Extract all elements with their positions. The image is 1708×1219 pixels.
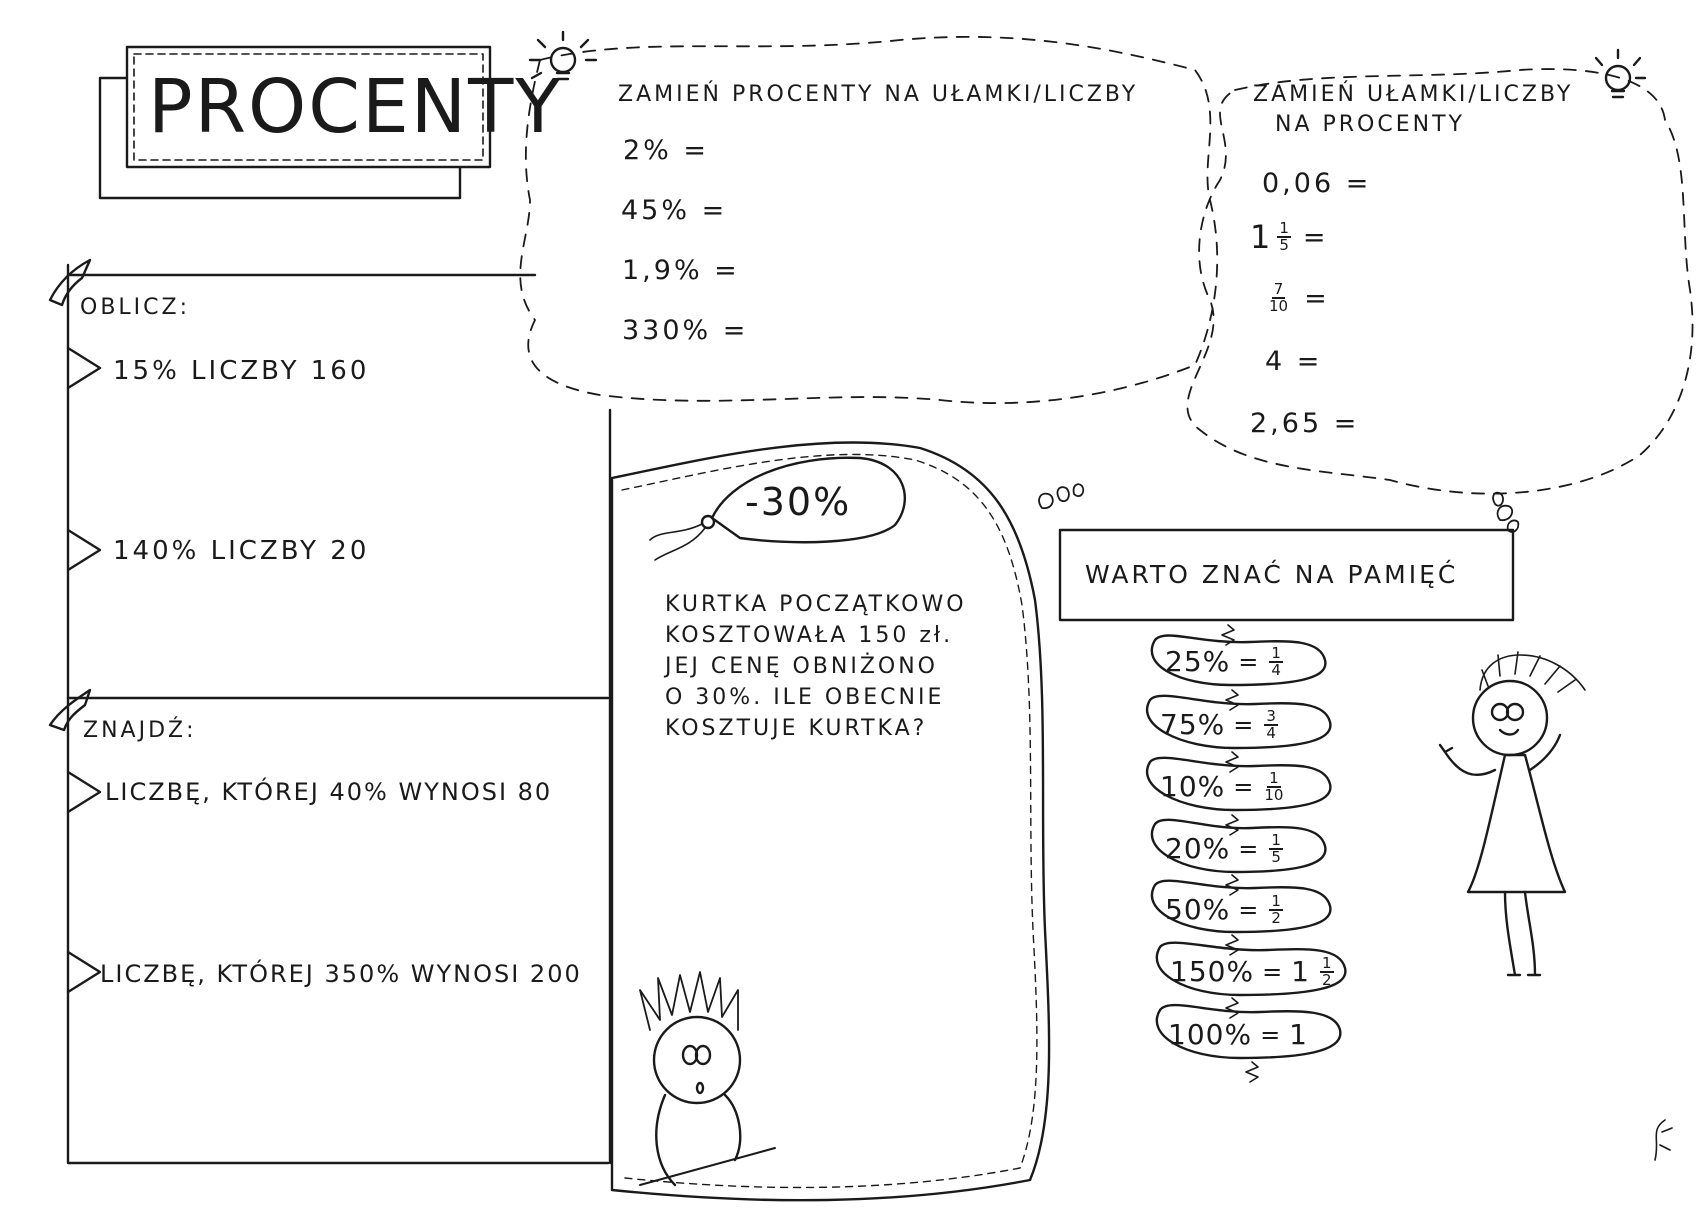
splash-icon — [1492, 491, 1520, 533]
numerator: 1 — [1320, 953, 1334, 973]
item-marker — [66, 528, 102, 572]
memo-fraction: 12 — [1269, 891, 1283, 927]
numerator: 1 — [1267, 768, 1281, 788]
exercise-item: 4 = — [1265, 346, 1323, 377]
tag-string — [649, 523, 706, 561]
problem-line: KOSZTUJE KURTKA? — [665, 716, 928, 741]
memo-equals: = — [1260, 1020, 1282, 1049]
memo-percent: 150% — [1170, 955, 1255, 988]
memo-percent: 75% — [1160, 708, 1226, 741]
memo-whole: 1 — [1289, 1018, 1308, 1051]
memo-item: 20% = 1 5 — [1165, 832, 1285, 865]
worksheet: PROCENTY ZAMIEŃ PROCENTY NA UŁAMKI/LICZB… — [0, 0, 1708, 1219]
memo-item: 150% = 1 1 2 — [1170, 955, 1336, 988]
numerator: 1 — [1269, 830, 1283, 850]
spring-connector — [1225, 874, 1239, 896]
memo-percent: 10% — [1160, 770, 1226, 803]
memo-item: 50% = 1 2 — [1165, 893, 1285, 926]
fraction: 7 10 — [1269, 282, 1288, 314]
numerator: 1 — [1269, 643, 1283, 663]
calculate-heading: OBLICZ: — [80, 295, 190, 320]
spring-connector — [1225, 997, 1239, 1019]
splash-icon — [1038, 483, 1085, 509]
memo-item: 75% = 3 4 — [1160, 708, 1280, 741]
problem-line: KURTKA POCZĄTKOWO — [665, 592, 967, 617]
find-item: LICZBĘ, KTÓREJ 350% WYNOSI 200 — [100, 960, 582, 988]
memo-fraction: 14 — [1269, 643, 1283, 679]
item-marker — [66, 950, 102, 994]
exercise-item: 330% = — [622, 315, 749, 346]
find-heading: ZNAJDŹ: — [83, 718, 197, 743]
find-item: LICZBĘ, KTÓREJ 40% WYNOSI 80 — [105, 778, 553, 806]
exercise-item: 2% = — [623, 135, 710, 166]
memo-item: 10% = 1 10 — [1160, 770, 1285, 803]
denominator: 4 — [1271, 660, 1281, 679]
exercise-item: 45% = — [621, 195, 728, 226]
percent-to-fraction-heading: ZAMIEŃ PROCENTY NA UŁAMKI/LICZBY — [618, 82, 1139, 107]
exercise-item: 1,9% = — [622, 255, 740, 286]
denominator: 2 — [1271, 908, 1281, 927]
exercise-item: 2,65 = — [1250, 408, 1360, 439]
problem-line: O 30%. ILE OBECNIE — [665, 685, 945, 710]
problem-line: KOSZTOWAŁA 150 zł. — [665, 623, 954, 648]
memo-percent: 50% — [1165, 893, 1231, 926]
memo-equals: = — [1262, 957, 1284, 986]
denominator: 5 — [1279, 236, 1289, 254]
fraction: 1 5 — [1277, 221, 1291, 253]
memo-fraction: 15 — [1269, 830, 1283, 866]
memorize-heading: WARTO ZNAĆ NA PAMIĘĆ — [1085, 560, 1459, 589]
memo-equals: = — [1238, 895, 1260, 924]
spring-connector — [1225, 751, 1239, 773]
left-panel-border — [66, 263, 610, 1165]
item-marker — [66, 346, 102, 390]
tag-hole — [700, 514, 716, 530]
spring-connector — [1245, 1061, 1259, 1083]
memo-equals: = — [1233, 710, 1255, 739]
numerator: 3 — [1264, 706, 1278, 726]
denominator: 10 — [1269, 297, 1289, 315]
memo-fraction: 12 — [1320, 953, 1334, 989]
denominator: 2 — [1322, 970, 1332, 989]
lightbulb-icon-2 — [1594, 48, 1647, 99]
boy-figure — [639, 971, 776, 1187]
memo-equals: = — [1238, 834, 1260, 863]
exercise-item: 0,06 = — [1262, 168, 1372, 199]
jacket-problem-paper — [610, 441, 1051, 1202]
equals: = — [1304, 282, 1330, 314]
jacket-problem-text: KURTKA POCZĄTKOWO KOSZTOWAŁA 150 zł. JEJ… — [665, 592, 967, 741]
memo-whole: 1 — [1291, 955, 1310, 988]
memo-percent: 100% — [1168, 1018, 1253, 1051]
problem-line: JEJ CENĘ OBNIŻONO — [665, 654, 938, 679]
memo-item: 25% = 1 4 — [1165, 645, 1285, 678]
discount-tag-label: -30% — [745, 480, 852, 524]
memo-fraction: 1 10 — [1264, 768, 1284, 804]
girl-figure — [1438, 651, 1586, 977]
equals: = — [1302, 221, 1329, 253]
memo-equals: = — [1233, 772, 1255, 801]
denominator: 5 — [1271, 847, 1281, 866]
spring-connector — [1225, 934, 1239, 956]
numerator: 1 — [1269, 891, 1283, 911]
memo-equals: = — [1238, 647, 1260, 676]
denominator: 4 — [1266, 723, 1276, 742]
whole-part: 1 — [1250, 218, 1274, 256]
memo-percent: 25% — [1165, 645, 1231, 678]
memo-percent: 20% — [1165, 832, 1231, 865]
calculate-item: 15% LICZBY 160 — [113, 356, 370, 386]
memo-item: 100% = 1 — [1168, 1018, 1308, 1051]
signature-icon — [1654, 1119, 1673, 1161]
exercise-item-fraction: 7 10 = — [1267, 282, 1330, 314]
calculate-item: 140% LICZBY 20 — [113, 536, 370, 566]
memo-fraction: 34 — [1264, 706, 1278, 742]
denominator: 10 — [1264, 785, 1284, 804]
fraction-to-percent-heading-2: NA PROCENTY — [1275, 112, 1465, 137]
fraction-to-percent-heading-1: ZAMIEŃ UŁAMKI/LICZBY — [1253, 82, 1574, 107]
exercise-item-mixed-fraction: 1 1 5 = — [1250, 218, 1329, 256]
jacket-paper-dashed — [621, 453, 1038, 1189]
item-marker — [66, 770, 102, 814]
page-title: PROCENTY — [148, 64, 563, 150]
spring-connector — [1225, 689, 1239, 711]
